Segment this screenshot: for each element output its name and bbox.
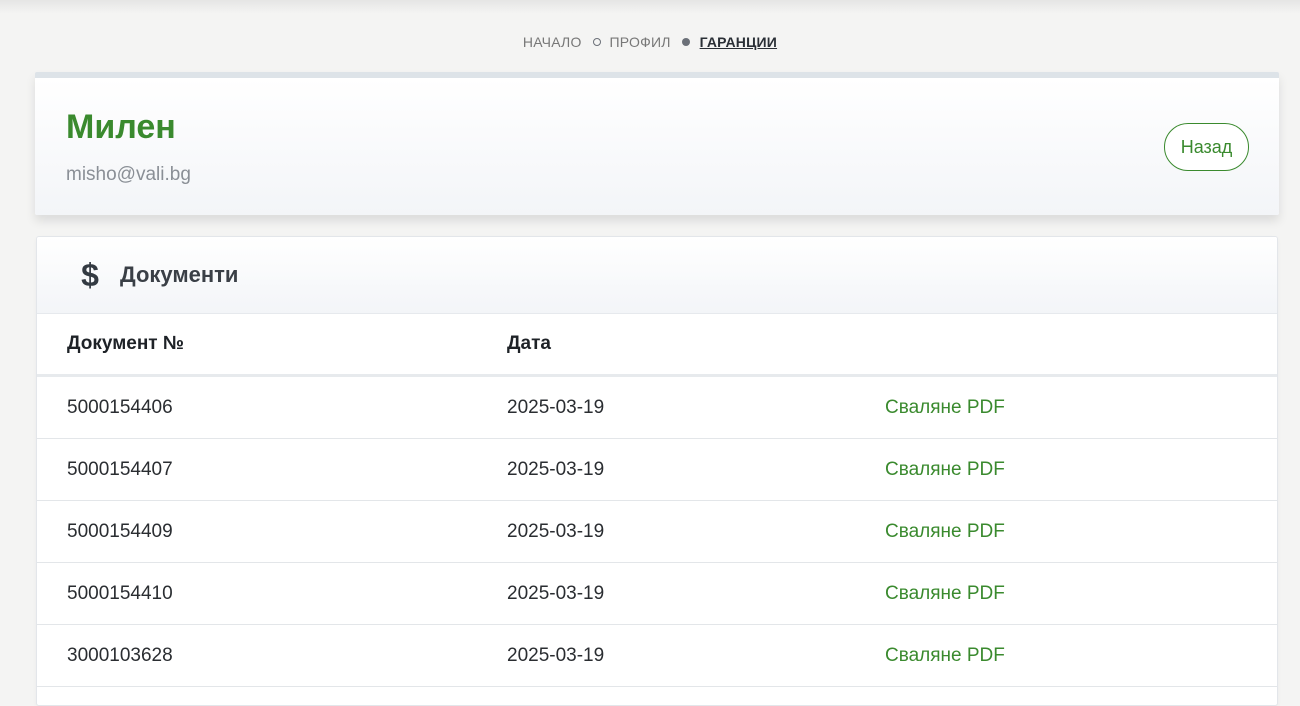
breadcrumb-home[interactable]: НАЧАЛО (523, 34, 582, 50)
download-pdf-link[interactable]: Сваляне PDF (885, 645, 1005, 667)
dollar-icon: $ (81, 256, 99, 293)
back-button[interactable]: Назад (1164, 123, 1249, 171)
table-header: Документ № Дата (37, 314, 1277, 377)
download-pdf-link[interactable]: Сваляне PDF (885, 459, 1005, 481)
download-pdf-link[interactable]: Сваляне PDF (885, 397, 1005, 419)
doc-date: 2025-03-19 (507, 458, 605, 480)
download-pdf-link[interactable]: Сваляне PDF (885, 521, 1005, 543)
column-header-doc-number: Документ № (67, 333, 185, 354)
table-row: 5000154409 2025-03-19 Сваляне PDF (37, 501, 1277, 563)
doc-date: 2025-03-19 (507, 396, 605, 418)
top-shadow (0, 0, 1300, 14)
doc-date: 2025-03-19 (507, 644, 605, 666)
column-header-date: Дата (507, 333, 551, 354)
table-row: 3000103628 2025-03-19 Сваляне PDF (37, 625, 1277, 687)
breadcrumb-separator-filled (681, 38, 690, 46)
doc-number: 5000154410 (67, 582, 173, 604)
profile-name: Милен (66, 108, 176, 146)
download-pdf-link[interactable]: Сваляне PDF (885, 583, 1005, 605)
table-row: 5000154406 2025-03-19 Сваляне PDF (37, 377, 1277, 439)
documents-card: $ Документи Документ № Дата 5000154406 2… (36, 236, 1278, 706)
breadcrumb-profile[interactable]: ПРОФИЛ (610, 34, 671, 50)
documents-header: $ Документи (37, 237, 1277, 314)
profile-email: misho@vali.bg (66, 164, 191, 185)
doc-date: 2025-03-19 (507, 520, 605, 542)
doc-number: 5000154406 (67, 396, 173, 418)
documents-title: Документи (120, 262, 239, 287)
breadcrumb: НАЧАЛО ПРОФИЛ ГАРАНЦИИ (0, 34, 1300, 50)
breadcrumb-guarantees[interactable]: ГАРАНЦИИ (700, 34, 777, 50)
profile-card: Милен misho@vali.bg Назад (35, 72, 1279, 215)
doc-number: 3000103628 (67, 644, 173, 666)
doc-number: 5000154407 (67, 458, 173, 480)
doc-date: 2025-03-19 (507, 582, 605, 604)
table-row: 5000154407 2025-03-19 Сваляне PDF (37, 439, 1277, 501)
doc-number: 5000154409 (67, 520, 173, 542)
table-row: 5000154410 2025-03-19 Сваляне PDF (37, 563, 1277, 625)
breadcrumb-separator-open (592, 38, 601, 46)
